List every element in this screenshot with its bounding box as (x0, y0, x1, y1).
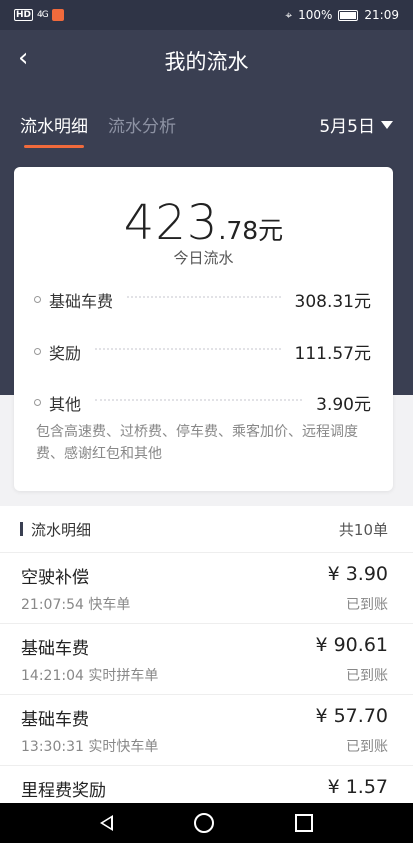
summary-row-reward: 奖励 111.57元 (34, 339, 371, 364)
row-label: 奖励 (49, 343, 82, 363)
dotted-leader (127, 295, 281, 298)
item-amount: ¥ 90.61 (315, 634, 388, 656)
status-right: ⌖ 100% 21:09 (285, 8, 399, 23)
list-header: 流水明细 共10单 (0, 506, 413, 553)
row-amount: 3.90元 (316, 395, 371, 415)
item-subtitle: 13:30:31 实时快车单 (21, 739, 159, 755)
dotted-leader (95, 398, 303, 401)
total-label: 今日流水 (173, 249, 234, 267)
summary-row-base-fare: 基础车费 308.31元 (34, 287, 371, 312)
summary-card: 423.78元 今日流水 基础车费 308.31元 奖励 111.57元 其他 … (14, 167, 393, 491)
status-bar: HD 4G ⌖ 100% 21:09 (0, 0, 413, 30)
flow-list: 流水明细 共10单 空驶补偿 21:07:54 快车单 ¥ 3.90 已到账 基… (0, 506, 413, 803)
signal-icon: 4G (37, 10, 49, 20)
total-decimal: .78元 (218, 216, 284, 245)
order-count: 共10单 (338, 520, 388, 539)
row-amount: 111.57元 (294, 344, 371, 364)
bullet-icon (34, 399, 41, 406)
row-amount: 308.31元 (294, 292, 371, 312)
status-left: HD 4G (14, 9, 64, 21)
item-amount: ¥ 3.90 (327, 563, 388, 585)
item-amount: ¥ 57.70 (315, 705, 388, 727)
system-nav-bar (0, 803, 413, 843)
list-item[interactable]: 基础车费 13:30:31 实时快车单 ¥ 57.70 已到账 (0, 695, 413, 766)
date-picker[interactable]: 5月5日 (319, 112, 393, 137)
tab-flow-detail[interactable]: 流水明细 (20, 112, 88, 148)
system-recents-icon[interactable] (294, 814, 313, 832)
bullet-icon (34, 348, 41, 355)
list-item[interactable]: 空驶补偿 21:07:54 快车单 ¥ 3.90 已到账 (0, 553, 413, 624)
summary-row-other: 其他 3.90元 (34, 390, 371, 415)
section-bar-icon (20, 522, 23, 536)
app-notification-icon (51, 9, 64, 21)
item-status: 已到账 (346, 739, 388, 755)
list-item[interactable]: 里程费奖励 ¥ 1.57 (0, 766, 413, 803)
other-fees-note: 包含高速费、过桥费、停车费、乘客加价、远程调度费、感谢红包和其他 (36, 424, 358, 462)
hd-icon: HD (14, 9, 34, 21)
item-amount: ¥ 1.57 (327, 776, 388, 798)
item-status: 已到账 (346, 668, 388, 684)
battery-percent: 100% (298, 8, 333, 22)
nav-bar: ‹ 我的流水 (0, 30, 413, 90)
item-status: 已到账 (346, 597, 388, 613)
bullet-icon (34, 296, 41, 303)
item-subtitle: 21:07:54 快车单 (21, 597, 131, 613)
item-subtitle: 14:21:04 实时拼车单 (21, 668, 159, 684)
tab-flow-analysis[interactable]: 流水分析 (108, 112, 176, 137)
page-title: 我的流水 (164, 50, 249, 74)
system-back-icon[interactable] (100, 815, 114, 831)
tab-bar: 流水明细 流水分析 (20, 112, 176, 148)
list-title-group: 流水明细 (20, 519, 91, 540)
clock: 21:09 (364, 8, 399, 22)
system-home-icon[interactable] (193, 813, 214, 833)
total-integer: 423 (123, 195, 219, 251)
total-amount: 423.78元 (14, 195, 393, 251)
location-icon: ⌖ (285, 7, 293, 22)
row-label: 基础车费 (49, 291, 114, 311)
caret-down-icon (381, 120, 393, 129)
dotted-leader (95, 347, 281, 350)
list-title: 流水明细 (31, 520, 92, 539)
list-item[interactable]: 基础车费 14:21:04 实时拼车单 ¥ 90.61 已到账 (0, 624, 413, 695)
date-label: 5月5日 (319, 117, 375, 137)
row-label: 其他 (49, 394, 82, 414)
battery-icon (338, 9, 359, 21)
